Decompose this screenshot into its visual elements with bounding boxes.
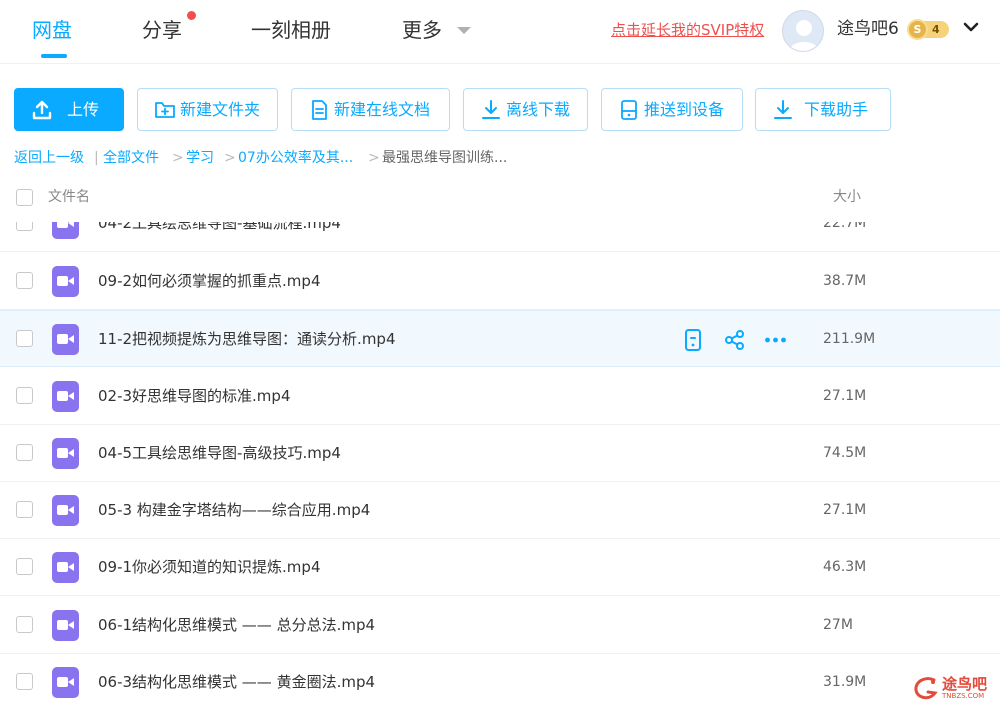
upload-label: 上传 (67, 100, 100, 119)
breadcrumb-study[interactable]: 学习 (186, 148, 214, 168)
file-name[interactable]: 11-2把视频提炼为思维导图：通读分析.mp4 (98, 329, 396, 349)
notification-dot (187, 11, 196, 20)
watermark-text: 途鸟吧 (942, 675, 988, 693)
push-to-device-button[interactable]: 推送到设备 (601, 88, 743, 131)
file-row[interactable]: 04-5工具绘思维导图-高级技巧.mp4 74.5M (0, 425, 1000, 482)
file-size: 27.1M (823, 502, 867, 518)
file-row[interactable]: 09-2如何必须掌握的抓重点.mp4 38.7M (0, 253, 1000, 310)
svip-coin-icon: S (907, 19, 928, 40)
vip-level-badge[interactable]: S 4 (907, 19, 949, 40)
file-size: 31.9M (823, 674, 867, 690)
video-file-icon (52, 495, 79, 526)
row-checkbox[interactable] (16, 616, 33, 633)
download-icon (482, 100, 500, 119)
row-checkbox[interactable] (16, 330, 33, 347)
file-size: 27M (823, 617, 853, 633)
download-helper-button[interactable]: 下载助手 (755, 88, 891, 131)
upload-icon (32, 100, 52, 120)
breadcrumb-office-efficiency[interactable]: 07办公效率及其... (238, 148, 353, 168)
file-name[interactable]: 05-3 构建金字塔结构——综合应用.mp4 (98, 500, 370, 520)
vip-level-number: 4 (932, 23, 940, 36)
file-row[interactable]: 11-2把视频提炼为思维导图：通读分析.mp4 211.9M (0, 310, 1000, 367)
row-checkbox[interactable] (16, 673, 33, 690)
file-row[interactable]: 02-3好思维导图的标准.mp4 27.1M (0, 368, 1000, 425)
watermark-logo: 途鸟吧 TNBZS.COM (912, 673, 996, 703)
column-header-filename[interactable]: 文件名 (48, 187, 90, 207)
file-name[interactable]: 06-3结构化思维模式 —— 黄金圈法.mp4 (98, 672, 375, 692)
file-size: 22.7M (823, 222, 867, 231)
download-helper-icon (774, 100, 792, 119)
push-to-device-label: 推送到设备 (644, 100, 725, 119)
file-size: 211.9M (823, 331, 876, 347)
file-row[interactable]: 04-2工具绘思维导图-基础流程.mp4 22.7M (0, 222, 1000, 252)
file-row[interactable]: 06-1结构化思维模式 —— 总分总法.mp4 27M (0, 597, 1000, 654)
username[interactable]: 途鸟吧6 (837, 17, 899, 41)
file-name[interactable]: 04-5工具绘思维导图-高级技巧.mp4 (98, 443, 341, 463)
tab-share[interactable]: 分享 (142, 16, 182, 44)
row-checkbox[interactable] (16, 387, 33, 404)
column-header-size[interactable]: 大小 (833, 187, 861, 207)
file-row[interactable]: 05-3 构建金字塔结构——综合应用.mp4 27.1M (0, 482, 1000, 539)
new-folder-icon (155, 102, 175, 118)
share-icon[interactable] (724, 329, 746, 351)
device-icon (621, 100, 637, 120)
new-folder-label: 新建文件夹 (180, 100, 261, 119)
tab-netdisk[interactable]: 网盘 (32, 16, 72, 44)
video-file-icon (52, 438, 79, 469)
watermark-bird-icon (914, 677, 938, 700)
breadcrumb-separator: > (224, 150, 236, 166)
avatar[interactable] (782, 10, 824, 52)
file-size: 46.3M (823, 559, 867, 575)
dropdown-arrow-icon[interactable] (457, 27, 471, 34)
row-checkbox[interactable] (16, 558, 33, 575)
breadcrumb-all-files[interactable]: 全部文件 (103, 148, 159, 168)
file-size: 74.5M (823, 445, 867, 461)
file-name[interactable]: 02-3好思维导图的标准.mp4 (98, 386, 291, 406)
row-checkbox[interactable] (16, 501, 33, 518)
file-row[interactable]: 09-1你必须知道的知识提炼.mp4 46.3M (0, 539, 1000, 596)
upload-button[interactable]: 上传 (14, 88, 124, 131)
watermark-subtext: TNBZS.COM (942, 692, 985, 700)
new-folder-button[interactable]: 新建文件夹 (137, 88, 278, 131)
back-link[interactable]: 返回上一级 (14, 148, 84, 168)
push-to-device-icon[interactable] (684, 329, 702, 351)
new-online-doc-button[interactable]: 新建在线文档 (291, 88, 450, 131)
top-nav: 网盘 分享 一刻相册 更多 点击延长我的SVIP特权 途鸟吧6 S 4 (0, 0, 1000, 64)
download-helper-label: 下载助手 (804, 100, 869, 119)
file-size: 38.7M (823, 273, 867, 289)
file-size: 27.1M (823, 388, 867, 404)
file-name[interactable]: 04-2工具绘思维导图-基础流程.mp4 (98, 222, 341, 233)
row-checkbox[interactable] (16, 272, 33, 289)
file-row[interactable]: 06-3结构化思维模式 —— 黄金圈法.mp4 31.9M (0, 654, 1000, 707)
file-name[interactable]: 09-2如何必须掌握的抓重点.mp4 (98, 271, 321, 291)
offline-download-label: 离线下载 (506, 100, 571, 119)
offline-download-button[interactable]: 离线下载 (463, 88, 588, 131)
new-online-doc-label: 新建在线文档 (334, 100, 431, 119)
video-file-icon (52, 324, 79, 355)
user-avatar-icon (789, 20, 819, 51)
select-all-checkbox[interactable] (16, 189, 33, 206)
breadcrumb-separator: > (172, 150, 184, 166)
row-checkbox[interactable] (16, 444, 33, 461)
breadcrumb-divider: | (94, 150, 99, 166)
more-options-icon[interactable] (764, 329, 788, 351)
tab-more[interactable]: 更多 (402, 16, 442, 44)
video-file-icon (52, 266, 79, 297)
breadcrumb-current-folder: 最强思维导图训练... (382, 150, 508, 166)
chevron-down-icon[interactable] (962, 20, 980, 34)
tab-album[interactable]: 一刻相册 (251, 16, 331, 44)
video-file-icon (52, 552, 79, 583)
active-tab-indicator (41, 54, 67, 58)
file-name[interactable]: 06-1结构化思维模式 —— 总分总法.mp4 (98, 615, 375, 635)
video-file-icon (52, 222, 79, 239)
document-icon (312, 100, 327, 120)
breadcrumb-separator: > (368, 150, 380, 166)
file-name[interactable]: 09-1你必须知道的知识提炼.mp4 (98, 557, 321, 577)
svip-renew-link[interactable]: 点击延长我的SVIP特权 (611, 20, 764, 40)
video-file-icon (52, 667, 79, 698)
video-file-icon (52, 610, 79, 641)
video-file-icon (52, 381, 79, 412)
row-checkbox[interactable] (16, 222, 33, 231)
file-list: 04-2工具绘思维导图-基础流程.mp4 22.7M 09-2如何必须掌握的抓重… (0, 222, 1000, 707)
